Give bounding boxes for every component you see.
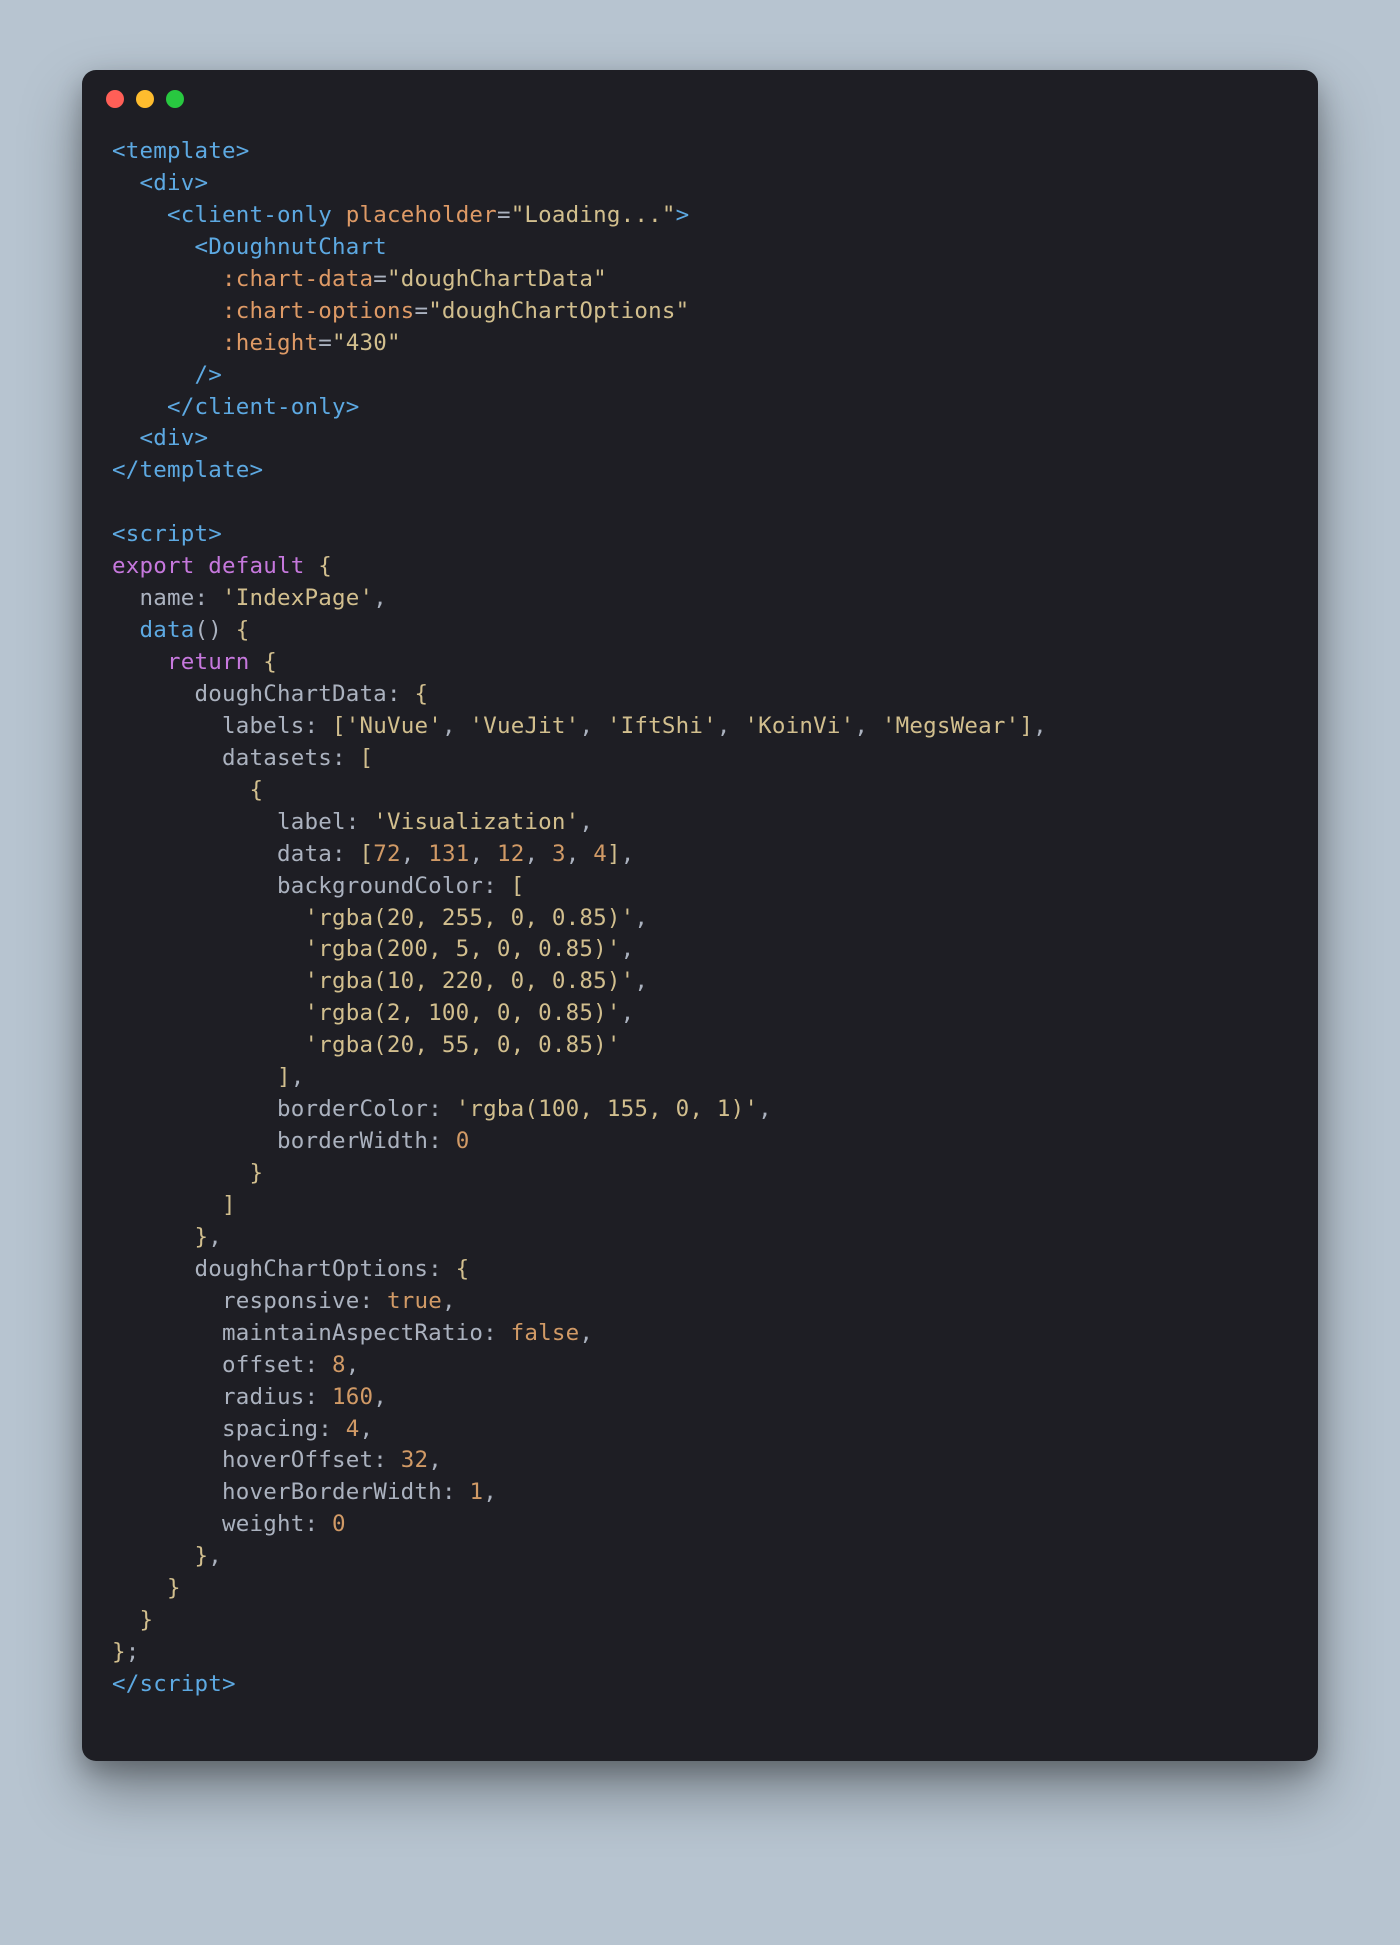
val-chart-options: "doughChartOptions" <box>428 298 689 324</box>
kw-return: return <box>167 649 249 675</box>
val-radius: 160 <box>332 1384 373 1410</box>
prop-borderwidth: borderWidth <box>277 1128 428 1154</box>
tag-div-open-2: <div> <box>140 425 209 451</box>
prop-bordercolor: borderColor <box>277 1096 428 1122</box>
close-icon[interactable] <box>106 90 124 108</box>
prop-maintainar: maintainAspectRatio <box>222 1320 483 1346</box>
prop-responsive: responsive <box>222 1288 359 1314</box>
window-titlebar <box>82 70 1318 118</box>
prop-data: data <box>277 841 332 867</box>
fn-data: data <box>140 617 195 643</box>
prop-name: name <box>140 585 195 611</box>
tag-template-open: <template> <box>112 138 249 164</box>
tag-client-only-open: <client-only <box>167 202 332 228</box>
kw-default: default <box>208 553 304 579</box>
val-name: 'IndexPage' <box>222 585 373 611</box>
tag-client-only-close: </client-only> <box>167 394 359 420</box>
val-weight: 0 <box>332 1511 346 1537</box>
attr-chart-options: :chart-options <box>222 298 414 324</box>
prop-datasets: datasets <box>222 745 332 771</box>
prop-weight: weight <box>222 1511 304 1537</box>
prop-hoverborderwidth: hoverBorderWidth <box>222 1479 442 1505</box>
attr-height: :height <box>222 330 318 356</box>
tag-doughnut-open: <DoughnutChart <box>194 234 386 260</box>
val-placeholder: "Loading..." <box>511 202 676 228</box>
tag-script-open: <script> <box>112 521 222 547</box>
kw-export: export <box>112 553 194 579</box>
val-spacing: 4 <box>346 1416 360 1442</box>
prop-label: label <box>277 809 346 835</box>
val-label: 'Visualization' <box>373 809 579 835</box>
val-responsive: true <box>387 1288 442 1314</box>
code-block: <template> <div> <client-only placeholde… <box>82 118 1318 1701</box>
val-hoveroffset: 32 <box>401 1447 429 1473</box>
code-window: <template> <div> <client-only placeholde… <box>82 70 1318 1761</box>
prop-offset: offset <box>222 1352 304 1378</box>
prop-labels: labels <box>222 713 304 739</box>
prop-spacing: spacing <box>222 1416 318 1442</box>
val-offset: 8 <box>332 1352 346 1378</box>
val-height: "430" <box>332 330 401 356</box>
val-hoverborderwidth: 1 <box>469 1479 483 1505</box>
val-chart-data: "doughChartData" <box>387 266 607 292</box>
attr-placeholder: placeholder <box>346 202 497 228</box>
prop-doughchartoptions: doughChartOptions <box>194 1256 428 1282</box>
attr-chart-data: :chart-data <box>222 266 373 292</box>
tag-self-close: /> <box>194 362 222 388</box>
tag-script-close: </script> <box>112 1671 236 1697</box>
maximize-icon[interactable] <box>166 90 184 108</box>
prop-doughchartdata: doughChartData <box>194 681 386 707</box>
prop-radius: radius <box>222 1384 304 1410</box>
val-bordercolor: 'rgba(100, 155, 0, 1)' <box>456 1096 758 1122</box>
val-borderwidth: 0 <box>456 1128 470 1154</box>
minimize-icon[interactable] <box>136 90 154 108</box>
prop-hoveroffset: hoverOffset <box>222 1447 373 1473</box>
tag-div-open: <div> <box>140 170 209 196</box>
tag-template-close: </template> <box>112 457 263 483</box>
val-maintainar: false <box>511 1320 580 1346</box>
prop-bgcolor: backgroundColor <box>277 873 483 899</box>
